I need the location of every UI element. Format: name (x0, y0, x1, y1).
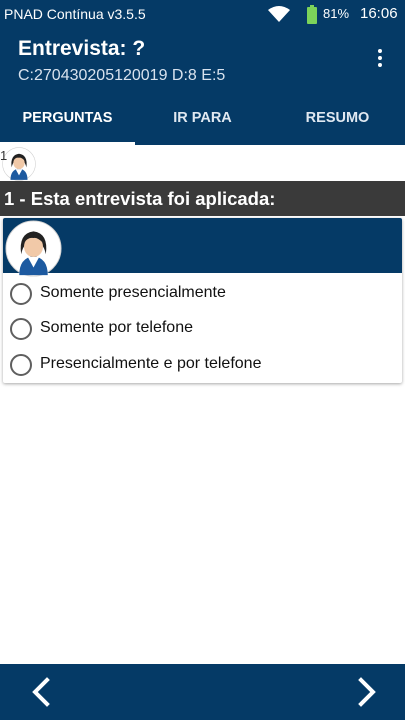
option-telefone[interactable]: Somente por telefone (3, 312, 402, 346)
question-title: 1 - Esta entrevista foi aplicada: (0, 181, 405, 216)
option-presencial[interactable]: Somente presencialmente (3, 277, 402, 311)
option-label: Presencialmente e por telefone (40, 355, 262, 372)
answer-card: Somente presencialmente Somente por tele… (3, 218, 402, 383)
status-bar: PNAD Contínua v3.5.5 81% 16:06 (0, 0, 405, 29)
chevron-left-icon[interactable] (24, 674, 60, 710)
respondent-avatar-icon (5, 220, 62, 277)
option-label: Somente presencialmente (40, 284, 226, 301)
breadcrumb: 1 (0, 145, 405, 181)
page-title: Entrevista: ? (18, 37, 146, 60)
chevron-right-icon[interactable] (348, 674, 384, 710)
question-number: 1 (0, 148, 8, 163)
option-label: Somente por telefone (40, 319, 193, 336)
tab-bar: PERGUNTAS IR PARA RESUMO (0, 92, 405, 145)
app-bar: Entrevista: ? C:270430205120019 D:8 E:5 (0, 29, 405, 92)
radio-button[interactable] (10, 354, 32, 376)
battery-percent: 81% (323, 6, 350, 21)
option-presencial-telefone[interactable]: Presencialmente e por telefone (3, 348, 402, 382)
bottom-navigation (0, 664, 405, 720)
tab-resumo[interactable]: RESUMO (270, 92, 405, 145)
wifi-icon (268, 6, 290, 22)
tab-perguntas[interactable]: PERGUNTAS (0, 92, 135, 145)
battery-icon (307, 5, 317, 24)
tab-ir-para[interactable]: IR PARA (135, 92, 270, 145)
interview-code: C:270430205120019 D:8 E:5 (18, 67, 226, 84)
app-version-label: PNAD Contínua v3.5.5 (4, 6, 146, 22)
clock: 16:06 (360, 5, 398, 22)
card-header (3, 218, 402, 277)
more-vert-icon[interactable] (372, 49, 388, 73)
radio-button[interactable] (10, 283, 32, 305)
radio-button[interactable] (10, 318, 32, 340)
